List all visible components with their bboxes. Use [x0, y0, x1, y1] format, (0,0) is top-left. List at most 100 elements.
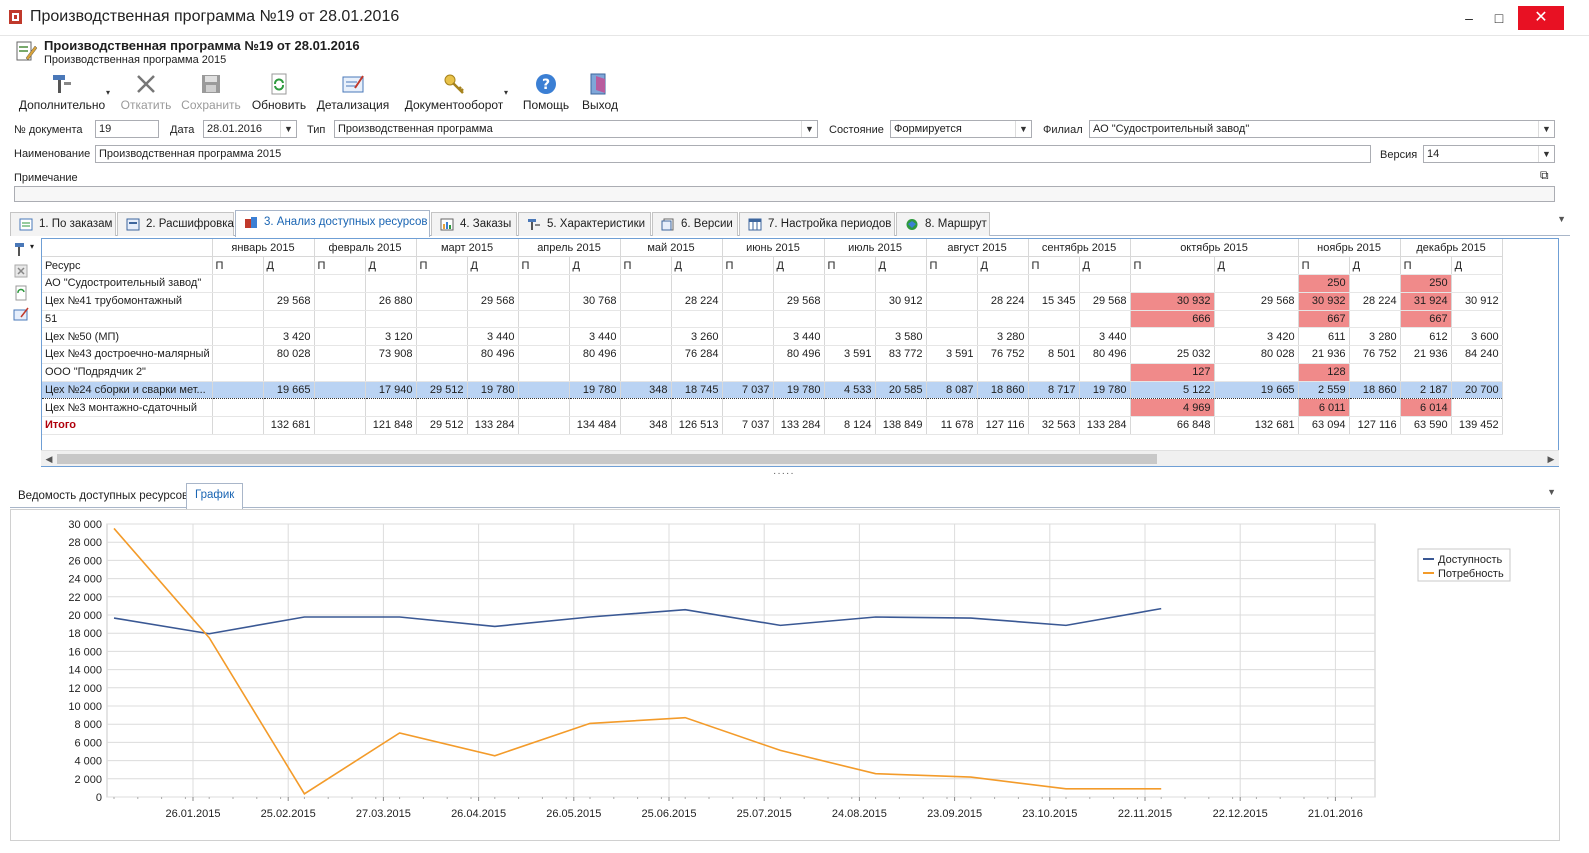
value-cell[interactable]: [263, 310, 315, 329]
tab-versions[interactable]: 6. Версии: [652, 212, 738, 236]
value-cell[interactable]: [977, 274, 1029, 293]
value-cell[interactable]: [977, 398, 1029, 417]
chevron-down-icon[interactable]: ▼: [1538, 121, 1554, 137]
value-cell[interactable]: 2 559: [1298, 380, 1350, 400]
value-cell[interactable]: 3 420: [1214, 327, 1299, 346]
state-select[interactable]: Формируется ▼: [890, 120, 1032, 138]
resource-name-cell[interactable]: Цех №50 (МП): [42, 327, 213, 346]
month-header[interactable]: февраль 2015: [314, 239, 417, 258]
value-cell[interactable]: [1130, 274, 1215, 293]
tab-characteristics[interactable]: 5. Характеристики: [518, 212, 651, 236]
month-header[interactable]: апрель 2015: [518, 239, 621, 258]
value-cell[interactable]: [518, 292, 570, 311]
value-cell[interactable]: 76 752: [977, 345, 1029, 364]
value-cell[interactable]: 29 568: [773, 292, 825, 311]
value-cell[interactable]: [1130, 327, 1215, 346]
month-header[interactable]: декабрь 2015: [1400, 239, 1503, 258]
value-cell[interactable]: 139 452: [1451, 416, 1503, 435]
value-cell[interactable]: [569, 310, 621, 329]
value-cell[interactable]: 63 590: [1400, 416, 1452, 435]
value-cell[interactable]: 80 028: [1214, 345, 1299, 364]
value-cell[interactable]: [314, 416, 366, 435]
value-cell[interactable]: [518, 363, 570, 382]
detail-button[interactable]: Детализация: [316, 70, 390, 114]
value-cell[interactable]: 29 568: [1214, 292, 1299, 311]
value-cell[interactable]: 612: [1400, 327, 1452, 346]
value-cell[interactable]: 3 280: [1349, 327, 1401, 346]
value-cell[interactable]: [1451, 363, 1503, 382]
value-cell[interactable]: [671, 398, 723, 417]
value-cell[interactable]: 132 681: [1214, 416, 1299, 435]
value-cell[interactable]: 667: [1298, 310, 1350, 329]
value-cell[interactable]: [467, 363, 519, 382]
value-cell[interactable]: [467, 398, 519, 417]
month-header[interactable]: май 2015: [620, 239, 723, 258]
tab-periods[interactable]: 7. Настройка периодов: [739, 212, 895, 236]
value-cell[interactable]: 26 880: [365, 292, 417, 311]
value-cell[interactable]: 127 116: [977, 416, 1029, 435]
value-cell[interactable]: [212, 310, 264, 329]
value-cell[interactable]: [518, 416, 570, 435]
need-subheader[interactable]: П: [1298, 256, 1350, 275]
value-cell[interactable]: [518, 398, 570, 417]
refresh-icon[interactable]: [13, 285, 29, 301]
rollback-button[interactable]: Откатить: [116, 70, 176, 114]
value-cell[interactable]: 3 600: [1451, 327, 1503, 346]
splitter-handle[interactable]: ·····: [773, 468, 795, 479]
need-subheader[interactable]: П: [824, 256, 876, 275]
value-cell[interactable]: [977, 363, 1029, 382]
type-select[interactable]: Производственная программа ▼: [334, 120, 818, 138]
value-cell[interactable]: 3 591: [926, 345, 978, 364]
table-row[interactable]: Цех №41 трубомонтажный 29 568 26 880 29 568…: [42, 292, 1503, 311]
value-cell[interactable]: [926, 310, 978, 329]
value-cell[interactable]: [722, 345, 774, 364]
value-cell[interactable]: 20 700: [1451, 380, 1503, 400]
value-cell[interactable]: 4 533: [824, 380, 876, 400]
close-button[interactable]: ✕: [1518, 6, 1564, 30]
value-cell[interactable]: [416, 274, 468, 293]
value-cell[interactable]: 6 011: [1298, 398, 1350, 417]
chevron-down-icon[interactable]: ▼: [1538, 146, 1554, 162]
value-cell[interactable]: 666: [1130, 310, 1215, 329]
value-cell[interactable]: [263, 363, 315, 382]
value-cell[interactable]: 7 037: [722, 380, 774, 400]
value-cell[interactable]: [926, 398, 978, 417]
value-cell[interactable]: [212, 363, 264, 382]
workflow-button[interactable]: Документооборот ▾: [402, 70, 508, 114]
need-subheader[interactable]: П: [314, 256, 366, 275]
value-cell[interactable]: [1028, 398, 1080, 417]
value-cell[interactable]: [212, 292, 264, 311]
value-cell[interactable]: 138 849: [875, 416, 927, 435]
value-cell[interactable]: [416, 327, 468, 346]
resource-name-cell[interactable]: Цех №3 монтажно-сдаточный: [42, 398, 213, 417]
value-cell[interactable]: [467, 274, 519, 293]
value-cell[interactable]: [569, 363, 621, 382]
resource-name-cell[interactable]: Итого: [42, 416, 213, 435]
value-cell[interactable]: 19 780: [1079, 380, 1131, 400]
value-cell[interactable]: [926, 327, 978, 346]
value-cell[interactable]: 8 124: [824, 416, 876, 435]
branch-select[interactable]: АО "Судостроительный завод" ▼: [1089, 120, 1555, 138]
value-cell[interactable]: 63 094: [1298, 416, 1350, 435]
dropdown-arrow-icon[interactable]: ▾: [30, 242, 34, 251]
value-cell[interactable]: 3 260: [671, 327, 723, 346]
name-input[interactable]: Производственная программа 2015: [95, 145, 1371, 163]
value-cell[interactable]: 66 848: [1130, 416, 1215, 435]
value-cell[interactable]: [1079, 310, 1131, 329]
value-cell[interactable]: [518, 327, 570, 346]
availability-subheader[interactable]: Д: [773, 256, 825, 275]
value-cell[interactable]: [518, 380, 570, 400]
value-cell[interactable]: [671, 310, 723, 329]
resource-name-cell[interactable]: АО "Судостроительный завод": [42, 274, 213, 293]
refresh-button[interactable]: Обновить: [248, 70, 310, 114]
table-row[interactable]: Цех №24 сборки и сварки мет... 19 665 17 9…: [42, 380, 1503, 400]
need-subheader[interactable]: П: [518, 256, 570, 275]
value-cell[interactable]: 11 678: [926, 416, 978, 435]
horizontal-scrollbar[interactable]: ◀ ▶: [41, 450, 1559, 466]
value-cell[interactable]: 3 580: [875, 327, 927, 346]
value-cell[interactable]: [722, 363, 774, 382]
value-cell[interactable]: 121 848: [365, 416, 417, 435]
value-cell[interactable]: [314, 345, 366, 364]
value-cell[interactable]: 8 501: [1028, 345, 1080, 364]
value-cell[interactable]: 31 924: [1400, 292, 1452, 311]
